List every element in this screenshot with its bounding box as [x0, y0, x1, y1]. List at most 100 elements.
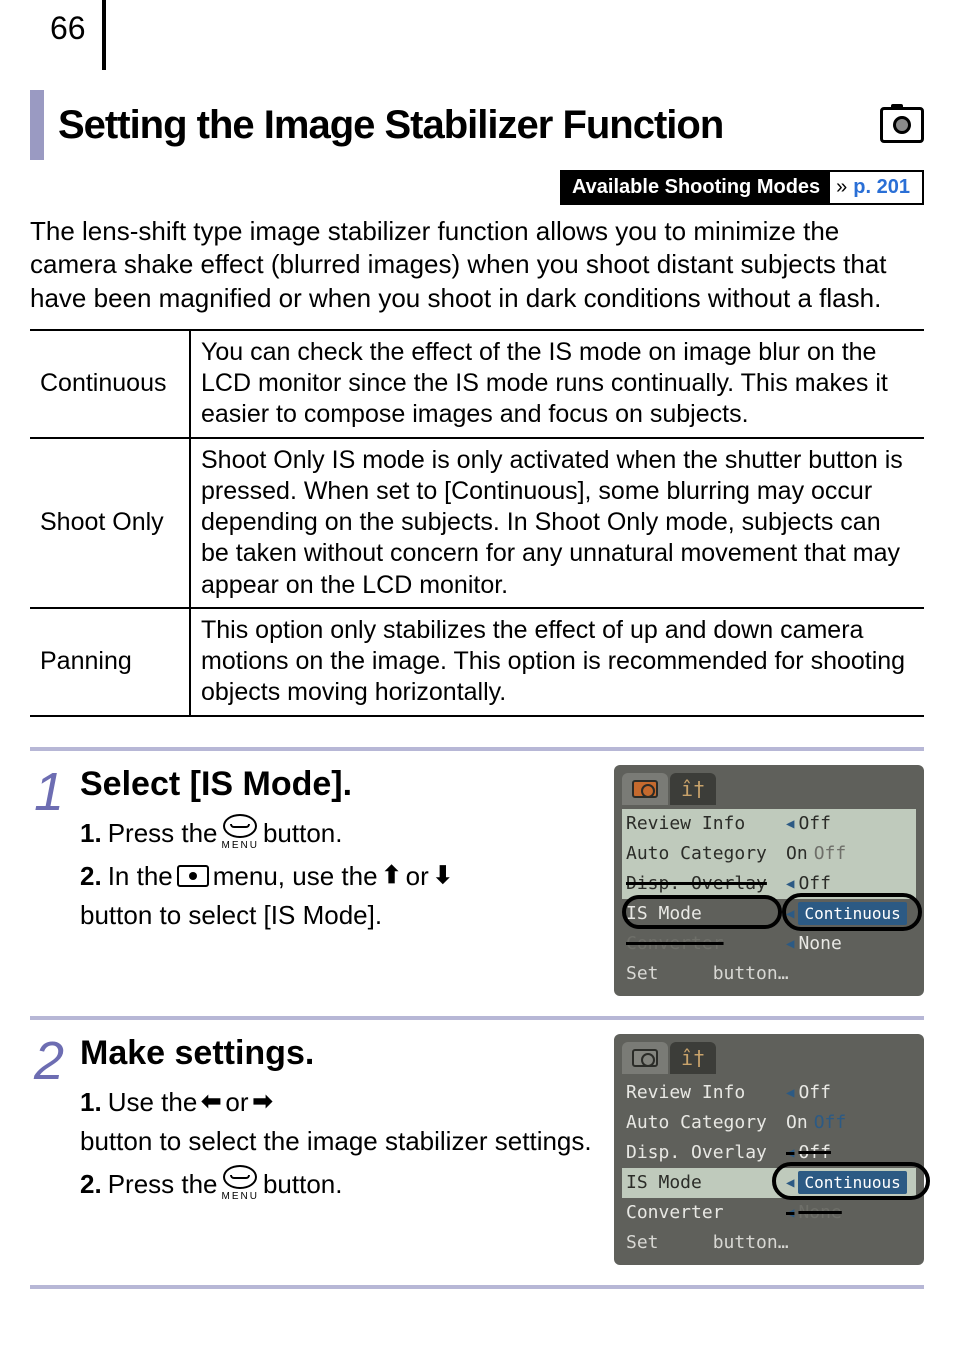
lcd-set-line: Set button… [622, 959, 916, 988]
lcd-tab-tools-icon: î† [670, 1042, 716, 1074]
lcd-row: Auto Category On Off [622, 1108, 916, 1138]
lcd-value: None [798, 933, 841, 954]
page-title: Setting the Image Stabilizer Function [58, 103, 872, 148]
up-arrow-icon: ⬆ [382, 858, 402, 894]
text: Press the [108, 1165, 218, 1204]
available-modes-link[interactable]: p. 201 [853, 176, 922, 199]
lcd-tab-tools-icon: î† [670, 773, 716, 805]
list-number: 1. [80, 1083, 102, 1122]
table-row: Continuous You can check the effect of t… [30, 330, 924, 438]
table-label: Shoot Only [30, 438, 190, 608]
lcd-value-off: Off [814, 1112, 847, 1133]
lcd-label: Disp. Overlay [622, 873, 786, 894]
table-row: Panning This option only stabilizes the … [30, 608, 924, 716]
menu-label: MENU [222, 838, 259, 853]
lcd-set-line: Set button… [622, 1228, 916, 1257]
lcd-label: Auto Category [622, 843, 786, 864]
triangle-left-icon: ◀ [786, 1145, 794, 1161]
lcd-value-on: On [786, 843, 808, 864]
text: button. [263, 1165, 343, 1204]
lcd-row: Converter ◀None [622, 929, 916, 959]
step-line: 2. Press the MENU button. [80, 1165, 602, 1204]
camera-mode-icon [880, 107, 924, 143]
step-line: 2. In the menu, use the ⬆ or ⬇ button to… [80, 857, 602, 935]
steps-container: 1 Select [IS Mode]. 1. Press the MENU bu… [30, 747, 924, 1289]
text: menu, use the [213, 857, 378, 896]
lcd-value: Off [798, 1082, 831, 1103]
step-text: Make settings. 1. Use the ⬅ or ➡ button … [80, 1034, 614, 1265]
lcd-label: Review Info [622, 1082, 786, 1103]
triangle-left-icon: ◀ [786, 1205, 794, 1221]
rec-menu-icon [177, 865, 209, 887]
text: In the [108, 857, 173, 896]
callout-oval-icon [782, 893, 922, 931]
table-label: Panning [30, 608, 190, 716]
triangle-left-icon: ◀ [786, 936, 794, 952]
page-number: 66 [30, 0, 96, 57]
table-row: Shoot Only Shoot Only IS mode is only ac… [30, 438, 924, 608]
step-1: 1 Select [IS Mode]. 1. Press the MENU bu… [30, 751, 924, 1020]
step-line: 1. Press the MENU button. [80, 814, 602, 853]
heading-row: Setting the Image Stabilizer Function [30, 90, 924, 160]
table-desc: You can check the effect of the IS mode … [190, 330, 924, 438]
lcd-screenshot-2: î† Review Info ◀Off Auto Category OnOff … [614, 1034, 924, 1265]
lcd-row: Review Info ◀Off [622, 1078, 916, 1108]
step-number: 2 [30, 1034, 80, 1265]
lcd-value: Off [798, 813, 831, 834]
intro-paragraph: The lens-shift type image stabilizer fun… [30, 215, 924, 315]
lcd-label: Review Info [622, 813, 786, 834]
triangle-left-icon: ◀ [786, 1085, 794, 1101]
list-number: 2. [80, 857, 102, 896]
step-heading: Select [IS Mode]. [80, 765, 602, 804]
down-arrow-icon: ⬇ [433, 858, 453, 894]
lcd-value-off: Off [814, 843, 847, 864]
lcd-tabs: î† [622, 773, 916, 805]
available-modes-row: Available Shooting Modes » p. 201 [30, 170, 924, 205]
text: button. [263, 814, 343, 853]
text: button to select the image stabilizer se… [80, 1122, 592, 1161]
available-modes-label: Available Shooting Modes [562, 172, 830, 203]
menu-button-icon: MENU [222, 1165, 259, 1204]
lcd-label: IS Mode [622, 1172, 786, 1193]
triangle-left-icon: ◀ [786, 876, 794, 892]
list-number: 1. [80, 814, 102, 853]
step-2: 2 Make settings. 1. Use the ⬅ or ➡ butto… [30, 1020, 924, 1289]
lcd-screenshot-1: î† Review Info ◀Off Auto Category OnOff … [614, 765, 924, 996]
right-arrow-icon: ➡ [253, 1084, 273, 1120]
list-number: 2. [80, 1165, 102, 1204]
lcd-row: Converter ◀None [622, 1198, 916, 1228]
lcd-label: Auto Category [622, 1112, 786, 1133]
callout-oval-icon [622, 895, 782, 929]
lcd-tab-rec-icon [622, 1042, 668, 1074]
text: Press the [108, 814, 218, 853]
heading-accent-bar [30, 90, 44, 160]
text: Use the [108, 1083, 198, 1122]
menu-button-icon: MENU [222, 814, 259, 853]
page: 66 Setting the Image Stabilizer Function… [0, 0, 954, 1329]
lcd-value: Off [798, 1142, 831, 1163]
available-modes-box: Available Shooting Modes » p. 201 [560, 170, 924, 205]
callout-oval-icon [772, 1162, 930, 1200]
table-desc: Shoot Only IS mode is only activated whe… [190, 438, 924, 608]
triangle-left-icon: ◀ [786, 816, 794, 832]
chevron-icon: » [830, 176, 853, 199]
lcd-value: Off [798, 873, 831, 894]
menu-label: MENU [222, 1189, 259, 1204]
page-number-area: 66 [30, 0, 924, 70]
lcd-label: Disp. Overlay [622, 1142, 786, 1163]
lcd-row: Review Info ◀Off [622, 809, 916, 839]
text: or [406, 857, 429, 896]
lcd-value: None [798, 1202, 841, 1223]
lcd-label: Converter [622, 933, 786, 954]
lcd-tab-rec-icon [622, 773, 668, 805]
lcd-label: Converter [622, 1202, 786, 1223]
table-label: Continuous [30, 330, 190, 438]
text: or [225, 1083, 248, 1122]
lcd-row: Auto Category On Off [622, 839, 916, 869]
text: button to select [IS Mode]. [80, 896, 382, 935]
step-line: 1. Use the ⬅ or ➡ button to select the i… [80, 1083, 602, 1161]
step-text: Select [IS Mode]. 1. Press the MENU butt… [80, 765, 614, 996]
lcd-value-on: On [786, 1112, 808, 1133]
is-mode-table: Continuous You can check the effect of t… [30, 329, 924, 717]
table-desc: This option only stabilizes the effect o… [190, 608, 924, 716]
